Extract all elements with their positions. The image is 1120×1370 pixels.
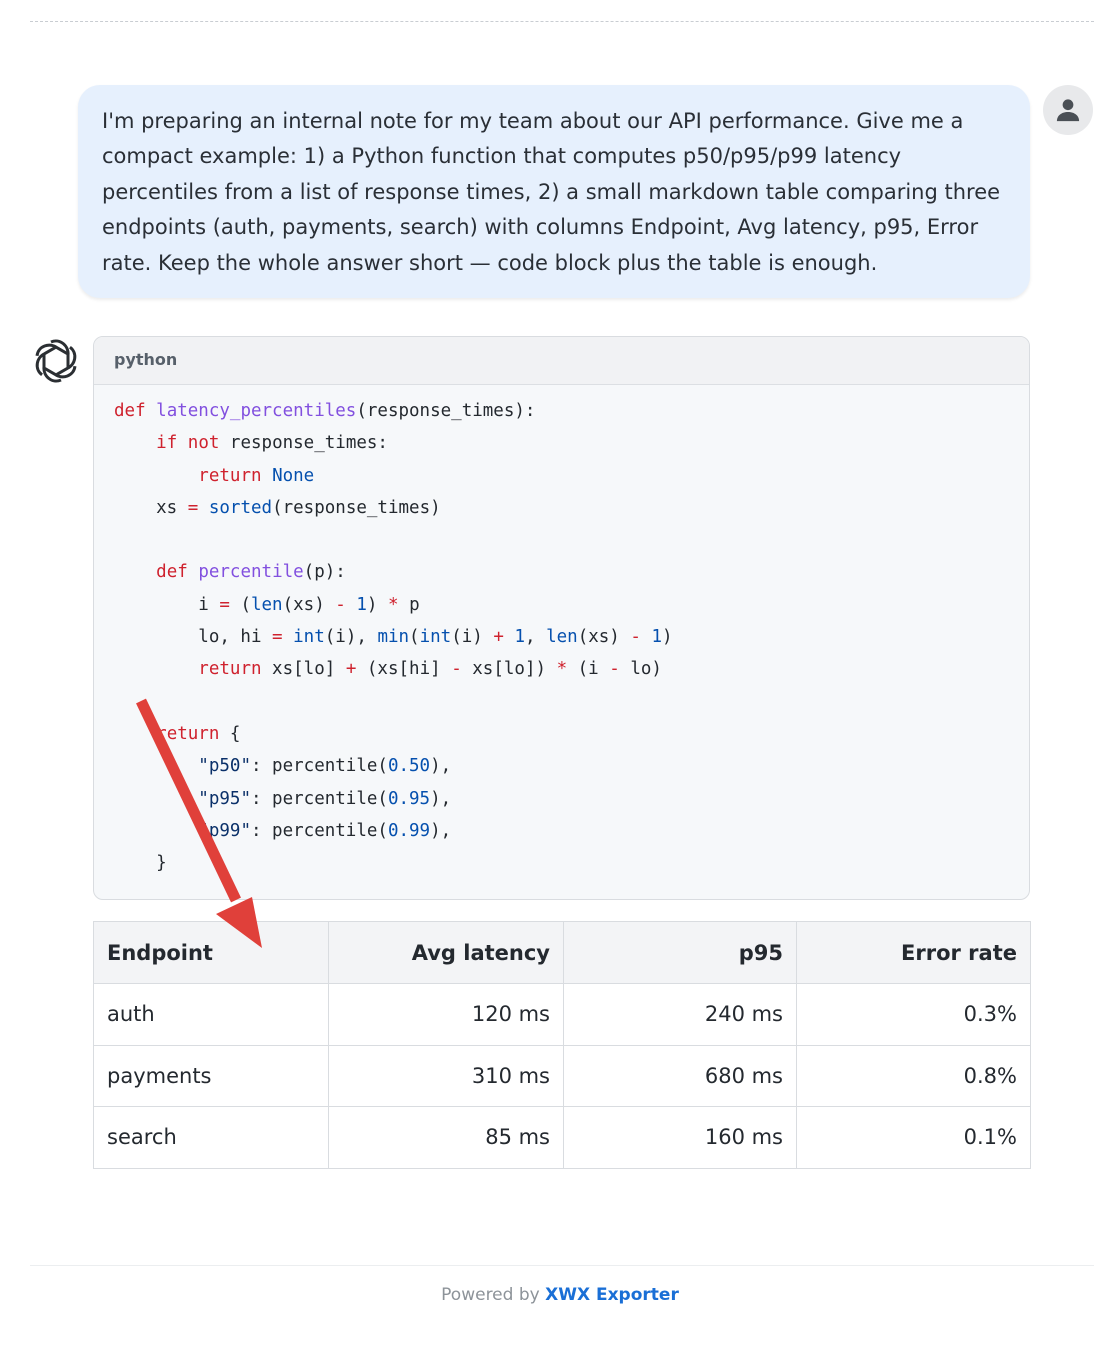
code-line: if not response_times: <box>156 433 388 454</box>
code-line: def latency_percentiles(response_times): <box>114 401 536 421</box>
code-line: "p50": percentile(0.50), <box>198 756 452 777</box>
table-cell: auth <box>93 983 329 1046</box>
person-icon <box>1056 99 1080 122</box>
code-line: "p95": percentile(0.95), <box>198 788 452 809</box>
table-cell: 310 ms <box>328 1044 564 1107</box>
table-cell: payments <box>93 1044 329 1107</box>
code-line: def percentile(p): <box>156 562 346 583</box>
exporter-link[interactable]: XWX Exporter <box>545 1285 679 1305</box>
code-language-label: python <box>94 337 1029 385</box>
top-divider <box>30 21 1094 22</box>
footer: Powered by XWX Exporter <box>0 1285 1120 1305</box>
table-header-row: Endpoint Avg latency p95 Error rate <box>93 921 1031 984</box>
code-line: return xs[lo] + (xs[hi] - xs[lo]) * (i -… <box>198 659 662 680</box>
code-line: i = (len(xs) - 1) * p <box>114 594 420 615</box>
code-line: xs = sorted(response_times) <box>114 497 441 518</box>
code-content[interactable]: def latency_percentiles(response_times):… <box>94 385 1029 879</box>
table-cell: 680 ms <box>563 1044 797 1107</box>
bottom-divider <box>30 1265 1094 1266</box>
table-cell: 0.8% <box>796 1044 1031 1107</box>
code-line: "p99": percentile(0.99), <box>198 820 452 841</box>
user-avatar[interactable] <box>1043 85 1093 135</box>
code-line: return { <box>156 723 241 744</box>
table-row: payments 310 ms 680 ms 0.8% <box>93 1044 1031 1107</box>
table-row: auth 120 ms 240 ms 0.3% <box>93 983 1031 1046</box>
openai-logo-icon <box>35 339 77 383</box>
table-cell: 85 ms <box>328 1106 564 1169</box>
column-header: p95 <box>563 921 797 984</box>
column-header: Avg latency <box>328 921 564 984</box>
code-line: lo, hi = int(i), min(int(i) + 1, len(xs)… <box>114 627 673 648</box>
table-row: search 85 ms 160 ms 0.1% <box>93 1106 1031 1169</box>
code-block: python def latency_percentiles(response_… <box>93 336 1030 900</box>
endpoint-comparison-table: Endpoint Avg latency p95 Error rate auth… <box>93 921 1031 1169</box>
code-line: return None <box>198 465 315 486</box>
table-cell: search <box>93 1106 329 1169</box>
table-cell: 240 ms <box>563 983 797 1046</box>
footer-prefix: Powered by <box>441 1285 540 1305</box>
table-cell: 120 ms <box>328 983 564 1046</box>
column-header: Endpoint <box>93 921 329 984</box>
column-header: Error rate <box>796 921 1031 984</box>
code-line: } <box>114 853 167 874</box>
table-cell: 160 ms <box>563 1106 797 1169</box>
user-message-text: I'm preparing an internal note for my te… <box>102 109 1001 275</box>
table-cell: 0.1% <box>796 1106 1031 1169</box>
table-cell: 0.3% <box>796 983 1031 1046</box>
user-message-bubble: I'm preparing an internal note for my te… <box>78 85 1030 298</box>
